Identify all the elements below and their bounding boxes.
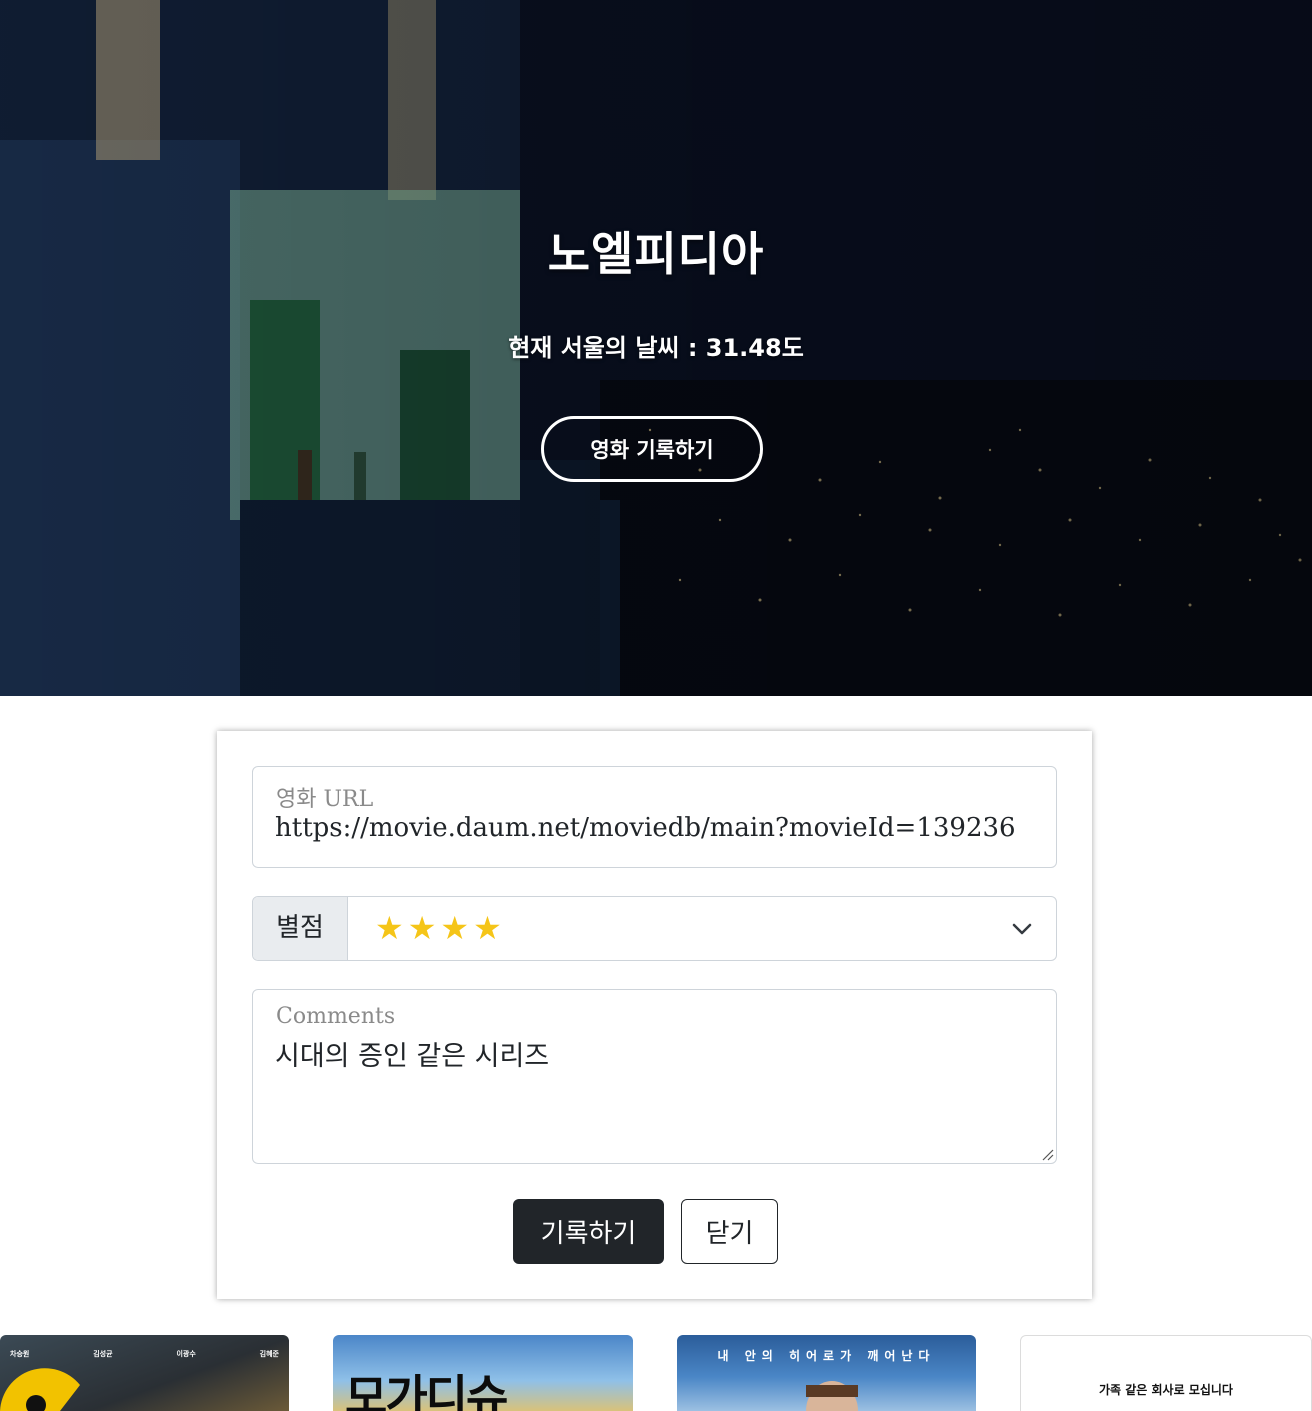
poster-cast-name: 차승원 (10, 1350, 30, 1358)
movie-card-poster[interactable]: 내 안의 히어로가 깨어난다 (677, 1335, 976, 1411)
movie-card-poster[interactable]: 가족 같은 회사로 모십니다 (1020, 1335, 1312, 1411)
poster-art (806, 1381, 858, 1411)
poster-title: 모가디슈 (345, 1370, 508, 1411)
poster-cast-name: 김혜준 (259, 1350, 279, 1358)
site-title: 노엘피디아 (547, 227, 765, 281)
close-button[interactable]: 닫기 (681, 1199, 778, 1264)
record-movie-button[interactable]: 영화 기록하기 (541, 416, 763, 482)
comments-label: Comments (276, 1004, 396, 1029)
rating-select[interactable]: ★★★★ (375, 910, 506, 946)
url-label: 영화 URL (276, 787, 374, 812)
movie-card-poster[interactable]: 모가디슈 (333, 1335, 633, 1411)
movie-card-poster[interactable]: 차승원 김성균 이광수 김혜준 (0, 1335, 289, 1411)
comments-textarea[interactable]: 시대의 증인 같은 시리즈 (275, 1034, 549, 1073)
poster-cast-name: 김성균 (93, 1350, 113, 1358)
poster-cast-names: 차승원 김성균 이광수 김혜준 (10, 1349, 279, 1359)
poster-cast-name: 이광수 (176, 1350, 196, 1358)
movie-record-form: 영화 URL https://movie.daum.net/moviedb/ma… (217, 731, 1092, 1299)
poster-art (0, 1368, 80, 1411)
submit-record-button[interactable]: 기록하기 (513, 1199, 664, 1264)
rating-select-group: 별점 ★★★★ (252, 896, 1057, 961)
poster-text: 가족 같은 회사로 모십니다 (1099, 1383, 1233, 1397)
url-field[interactable]: 영화 URL https://movie.daum.net/moviedb/ma… (252, 766, 1057, 868)
weather-text: 현재 서울의 날씨 : 31.48도 (508, 334, 804, 362)
hero-banner: 노엘피디아 현재 서울의 날씨 : 31.48도 영화 기록하기 (0, 0, 1312, 696)
url-input[interactable]: https://movie.daum.net/moviedb/main?movi… (275, 813, 1016, 843)
comments-field[interactable]: Comments 시대의 증인 같은 시리즈 (252, 989, 1057, 1164)
chevron-down-icon[interactable] (1011, 919, 1033, 939)
poster-tagline: 내 안의 히어로가 깨어난다 (717, 1349, 936, 1363)
rating-label: 별점 (253, 897, 348, 960)
resize-handle-icon[interactable] (1040, 1147, 1054, 1161)
